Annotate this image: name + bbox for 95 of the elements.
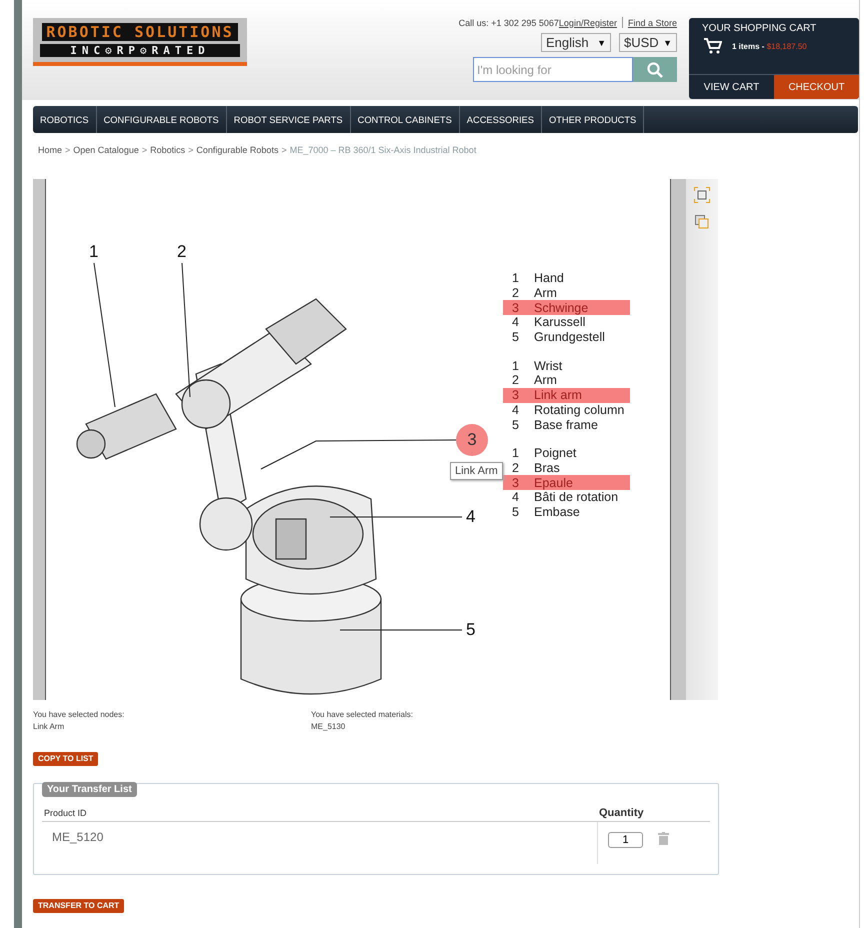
hotspot-marker[interactable]: 3 — [456, 424, 488, 456]
column-header: Product ID — [43, 808, 87, 820]
nav-item[interactable]: CONTROL CABINETS — [350, 106, 460, 133]
legend-row[interactable]: 1 Poignet — [503, 446, 630, 461]
legend-number: 1 — [511, 271, 520, 286]
materials-label: You have selected materials: — [311, 710, 414, 719]
legend-row[interactable]: 5 Embase — [503, 504, 630, 520]
breadcrumb-link[interactable]: Home — [38, 145, 62, 155]
legend-label: Epaule — [533, 476, 573, 490]
legend-label: Hand — [533, 271, 564, 286]
legend-number: 5 — [511, 330, 520, 344]
phone-text: Call us: +1 302 295 5067 — [458, 18, 559, 28]
legend-row[interactable]: 2 Bras — [503, 460, 630, 476]
view-cart-button[interactable]: VIEW CART — [689, 75, 774, 99]
caret-icon: ▼ — [597, 38, 606, 48]
callout-number: 2 — [177, 242, 186, 262]
fit-view-icon[interactable] — [694, 187, 710, 203]
legend-row[interactable]: 1 Wrist — [503, 358, 630, 374]
legend-label: Karussell — [533, 315, 586, 330]
legend-label: Grundgestell — [533, 330, 605, 344]
legend-number: 1 — [511, 358, 520, 373]
legend-label: Base frame — [533, 418, 598, 432]
legend-label: Link arm — [533, 388, 582, 402]
tooltip: Link Arm — [450, 462, 503, 480]
legend-label: Wrist — [533, 358, 562, 373]
login-link[interactable]: Login/Register — [558, 18, 617, 28]
quantity-field[interactable]: 1 — [608, 832, 643, 848]
column-header: Quantity — [598, 807, 644, 821]
legend-number: 3 — [511, 300, 520, 315]
transfer-to-cart-button[interactable]: TRANSFER TO CART — [33, 898, 124, 912]
breadcrumb-link[interactable]: Robotics — [150, 145, 186, 155]
legend-row[interactable]: 5 Base frame — [503, 417, 630, 432]
store-link[interactable]: Find a Store — [628, 18, 677, 28]
legend-number: 1 — [511, 446, 520, 460]
legend-row[interactable]: 4 Karussell — [503, 315, 630, 330]
logo-text: ROBOTIC SOLUTIONS — [42, 23, 238, 41]
product-id-cell-text: ME_5120 — [51, 829, 104, 846]
cart-icon — [704, 38, 722, 54]
currency-select[interactable]: $USD ▼ — [619, 33, 677, 52]
callout-number: 5 — [466, 620, 476, 640]
nav-item[interactable]: ROBOT SERVICE PARTS — [226, 106, 351, 133]
callout-number: 4 — [466, 507, 476, 527]
panel-title: Your Transfer List — [42, 782, 137, 797]
copy-to-list-button[interactable]: COPY TO LIST — [33, 752, 98, 766]
legend-label: Poignet — [533, 446, 576, 460]
legend-number: 2 — [511, 460, 520, 475]
legend-number: 2 — [511, 286, 520, 300]
caret-icon: ▼ — [663, 38, 672, 48]
legend-row[interactable]: 2 Arm — [503, 286, 630, 300]
company-logo[interactable]: ROBOTIC SOLUTIONS INC⚙RP⚙RATED — [33, 18, 247, 66]
breadcrumb-link[interactable]: Open Catalogue — [73, 145, 139, 155]
callout-number: 1 — [89, 242, 98, 262]
logo-subtitle: INC⚙RP⚙RATED — [40, 44, 240, 57]
nav-item[interactable]: CONFIGURABLE ROBOTS — [96, 106, 227, 133]
legend-label: Bâti de rotation — [533, 490, 618, 504]
search-button[interactable] — [633, 57, 677, 82]
search-icon — [647, 62, 663, 78]
legend-row[interactable]: 2 Arm — [503, 373, 630, 388]
cart-summary: 1 items - $18,187.50 — [732, 42, 807, 50]
checkout-button[interactable]: CHECKOUT — [774, 75, 859, 99]
legend-row[interactable]: 4 Rotating column — [503, 402, 630, 418]
breadcrumb-separator: > — [281, 145, 287, 155]
nav-item[interactable]: ROBOTICS — [33, 106, 97, 133]
legend-label: Arm — [533, 286, 557, 300]
legend-number: 3 — [511, 388, 520, 402]
language-select[interactable]: English ▼ — [541, 33, 611, 52]
breadcrumb-current: ME_7000 – RB 360/1 Six-Axis Industrial Robot — [290, 145, 476, 155]
legend-number: 4 — [511, 315, 520, 330]
nav-item[interactable]: ACCESSORIES — [460, 106, 542, 133]
scrollbar[interactable] — [670, 179, 686, 700]
nodes-value: Link Arm — [33, 722, 66, 731]
legend-number: 4 — [511, 402, 520, 417]
legend-row[interactable]: 5 Grundgestell — [503, 330, 630, 344]
legend-row[interactable]: 4 Bâti de rotation — [503, 490, 630, 505]
search-field[interactable]: I'm looking for — [473, 57, 633, 82]
legend-label: Rotating column — [533, 402, 624, 417]
nodes-label: You have selected nodes: — [33, 710, 126, 719]
breadcrumb-link[interactable]: Configurable Robots — [196, 145, 278, 155]
cart-title: YOUR SHOPPING CART — [701, 22, 818, 34]
breadcrumb-separator: > — [142, 145, 148, 155]
legend-label: Arm — [533, 373, 557, 388]
legend-label: Bras — [533, 460, 560, 475]
legend-row[interactable]: 1 Hand — [503, 271, 630, 286]
nav-item[interactable]: OTHER PRODUCTS — [542, 106, 644, 133]
legend-label: Embase — [533, 504, 580, 519]
copy-icon[interactable] — [695, 215, 709, 229]
breadcrumb-separator: > — [65, 145, 70, 155]
materials-value: ME_5130 — [311, 722, 346, 731]
legend-number: 4 — [511, 490, 520, 504]
legend-label: Schwinge — [533, 300, 588, 315]
breadcrumb-separator: > — [188, 145, 194, 155]
legend-number: 5 — [511, 504, 520, 519]
legend-number: 5 — [511, 418, 520, 432]
legend-number: 2 — [511, 373, 520, 388]
legend-number: 3 — [511, 476, 520, 490]
